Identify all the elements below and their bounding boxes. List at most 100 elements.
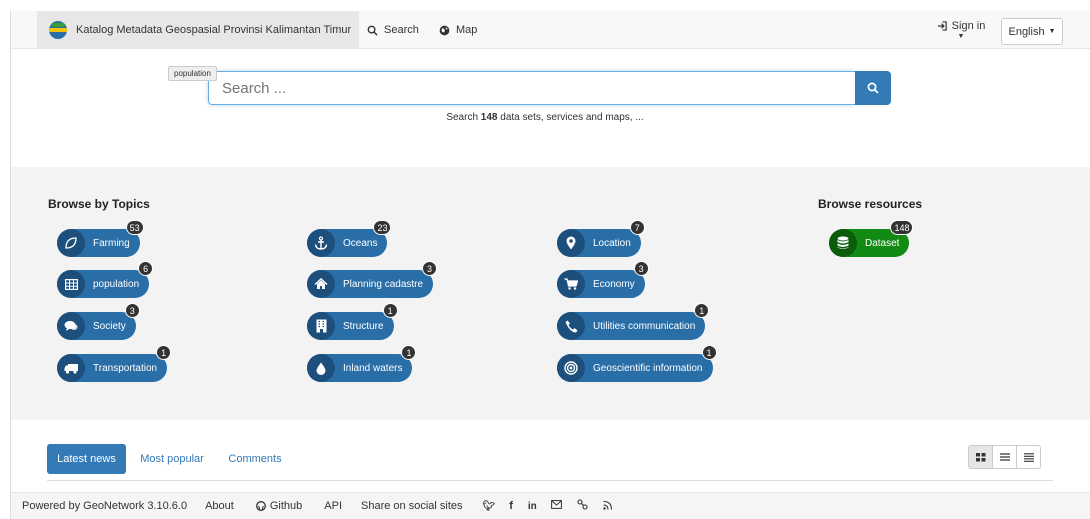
globe-icon <box>439 25 450 35</box>
comments-icon <box>57 312 85 340</box>
tabs-divider <box>47 480 1053 481</box>
database-icon <box>829 229 857 257</box>
topic-farming[interactable]: Farming 53 <box>57 220 144 257</box>
email-icon[interactable] <box>550 500 562 512</box>
topic-count-badge: 3 <box>124 303 140 318</box>
api-link[interactable]: API <box>324 500 342 512</box>
topic-oceans[interactable]: Oceans 23 <box>307 220 392 257</box>
topic-label: population <box>93 278 140 290</box>
linkedin-icon[interactable]: in <box>528 501 537 512</box>
topic-label: Geoscientific information <box>593 362 703 374</box>
topic-label: Oceans <box>343 237 378 249</box>
caret-down-icon: ▼ <box>1048 28 1056 35</box>
about-link[interactable]: About <box>205 500 234 512</box>
search-hint-count: 148 <box>480 112 498 123</box>
link-icon[interactable] <box>577 499 588 513</box>
table-icon <box>57 270 85 298</box>
resource-label: Dataset <box>865 237 900 249</box>
search-hint-prefix: Search <box>446 112 481 123</box>
topic-count-badge: 1 <box>382 303 398 318</box>
topic-count-badge: 3 <box>422 261 438 276</box>
github-label: Github <box>269 500 303 512</box>
sign-in-label: Sign in <box>951 20 986 32</box>
nav-map-link[interactable]: Map <box>439 11 477 49</box>
building-icon <box>307 312 335 340</box>
search-hint: Search 148 data sets, services and maps,… <box>0 112 1090 123</box>
page-footer: Powered by GeoNetwork 3.10.6.0 About Git… <box>11 492 1090 519</box>
topic-label: Utilities communication <box>593 320 696 332</box>
brand-link[interactable]: Katalog Metadata Geospasial Provinsi Kal… <box>37 11 359 49</box>
anchor-icon <box>307 229 335 257</box>
tab-latest-news[interactable]: Latest news <box>47 444 126 474</box>
caret-down-icon: ▼ <box>957 33 965 40</box>
brand-title: Katalog Metadata Geospasial Provinsi Kal… <box>76 24 352 36</box>
topic-geoscientific-information[interactable]: Geoscientific information 1 <box>557 345 717 382</box>
search-tooltip: population <box>168 66 217 81</box>
topic-label: Inland waters <box>343 362 403 374</box>
github-icon <box>255 501 266 511</box>
drop-icon <box>307 354 335 382</box>
topic-count-badge: 23 <box>373 220 392 235</box>
phone-icon <box>557 312 585 340</box>
browse-topics-title: Browse by Topics <box>48 197 150 211</box>
topic-inland-waters[interactable]: Inland waters 1 <box>307 345 417 382</box>
leaf-icon <box>57 229 85 257</box>
twitter-icon[interactable]: 🐦︎ <box>483 501 496 512</box>
topic-count-badge: 53 <box>125 220 144 235</box>
grid-view-icon[interactable] <box>968 445 993 469</box>
topic-count-badge: 1 <box>694 303 710 318</box>
list-view-icon[interactable] <box>992 445 1017 469</box>
browse-resources-title: Browse resources <box>818 197 923 211</box>
sign-in-icon <box>937 21 947 31</box>
language-selector[interactable]: English ▼ <box>1001 18 1063 45</box>
browse-section: Browse by Topics Browse resources Farmin… <box>11 167 1090 420</box>
map-marker-icon <box>557 229 585 257</box>
nav-search-link[interactable]: Search <box>367 11 419 49</box>
nav-search-label: Search <box>384 24 419 36</box>
search-icon <box>867 82 879 94</box>
topic-planning-cadastre[interactable]: Planning cadastre 3 <box>307 261 438 298</box>
tab-comments[interactable]: Comments <box>225 444 285 474</box>
home-icon <box>307 270 335 298</box>
topic-utilities-communication[interactable]: Utilities communication 1 <box>557 303 710 340</box>
share-label: Share on social sites <box>361 500 463 512</box>
topic-society[interactable]: Society 3 <box>57 303 140 340</box>
nav-map-label: Map <box>456 24 478 36</box>
topic-count-badge: 1 <box>701 345 717 360</box>
topic-population[interactable]: population 6 <box>57 261 154 298</box>
resource-dataset[interactable]: Dataset 148 <box>829 220 914 257</box>
topic-transportation[interactable]: Transportation 1 <box>57 345 172 382</box>
topic-count-badge: 6 <box>138 261 154 276</box>
search-icon <box>367 25 378 36</box>
language-label: English <box>1008 25 1045 38</box>
view-mode-toggle <box>968 445 1041 469</box>
search-button[interactable] <box>855 71 891 105</box>
topic-label: Economy <box>593 278 635 290</box>
search-bar <box>208 71 891 105</box>
rss-icon[interactable] <box>603 500 613 513</box>
topic-count-badge: 1 <box>401 345 417 360</box>
sign-in-link[interactable]: Sign in ▼ <box>931 11 991 49</box>
search-input[interactable] <box>208 71 855 105</box>
compact-list-icon[interactable] <box>1016 445 1041 469</box>
topic-label: Farming <box>93 237 130 249</box>
topic-count-badge: 3 <box>633 261 649 276</box>
topic-count-badge: 1 <box>156 345 172 360</box>
powered-by-link[interactable]: Powered by GeoNetwork 3.10.6.0 <box>22 500 187 512</box>
topic-structure[interactable]: Structure 1 <box>307 303 398 340</box>
topic-label: Location <box>593 237 631 249</box>
topic-label: Transportation <box>93 362 158 374</box>
topic-economy[interactable]: Economy 3 <box>557 261 649 298</box>
facebook-icon[interactable]: f <box>509 500 513 512</box>
topic-label: Society <box>93 320 126 332</box>
truck-icon <box>57 354 85 382</box>
tab-most-popular[interactable]: Most popular <box>136 444 208 474</box>
topic-label: Structure <box>343 320 384 332</box>
topic-location[interactable]: Location 7 <box>557 220 645 257</box>
top-navbar: Katalog Metadata Geospasial Provinsi Kal… <box>11 11 1090 49</box>
cart-icon <box>557 270 585 298</box>
topic-label: Planning cadastre <box>343 278 424 290</box>
catalog-logo <box>49 21 67 39</box>
github-link[interactable]: Github <box>255 500 303 512</box>
topic-count-badge: 7 <box>629 220 645 235</box>
